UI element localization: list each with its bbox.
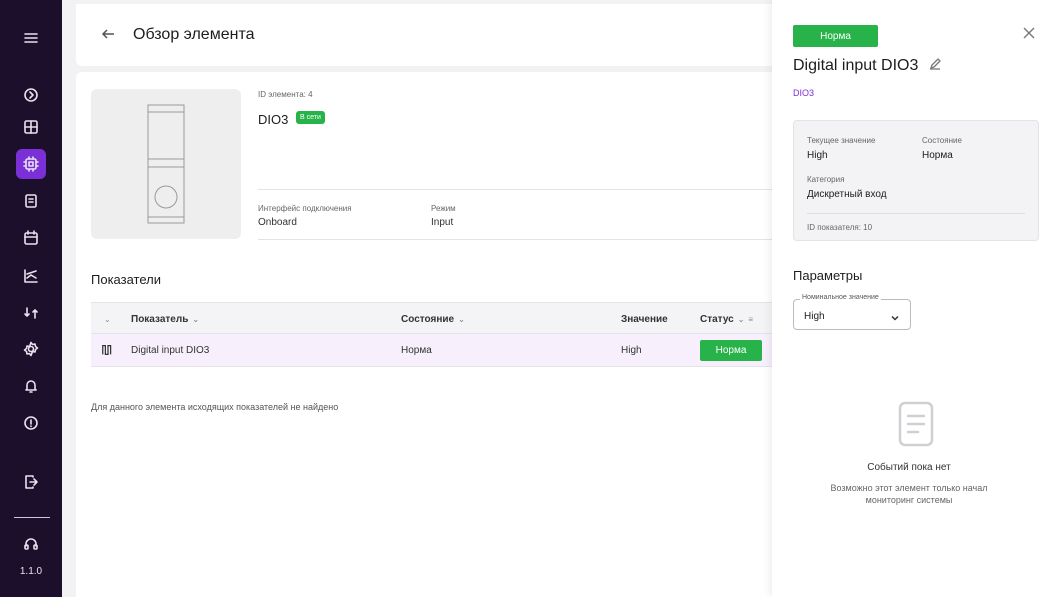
logout-icon[interactable] [16,467,46,497]
panel-status-badge: Норма [793,25,878,47]
category-value: Дискретный вход [807,189,887,200]
nominal-value-select[interactable]: Номинальное значение High [793,294,911,330]
element-image [91,89,241,239]
app-version: 1.1.0 [19,566,43,577]
row-indicator-name: Digital input DIO3 [131,345,210,356]
divider [807,213,1025,214]
events-empty-subtitle: Возможно этот элемент только начал монит… [830,483,988,506]
dashboard-icon[interactable] [16,80,46,110]
indicators-title: Показатели [91,272,161,287]
sync-icon[interactable] [16,298,46,328]
indicator-id: ID показателя: 10 [807,223,873,232]
panel-title: Digital input DIO3 [793,57,919,74]
mode-label: Режим [431,204,456,213]
current-value-label: Текущее значение [807,136,876,145]
settings-icon[interactable] [16,334,46,364]
filter-icon: ≡ [748,315,754,324]
panel-element-link[interactable]: DIO3 [793,88,814,98]
events-empty-title: Событий пока нет [867,462,951,473]
divider [258,189,778,190]
column-state[interactable]: Состояние ⌄ [401,314,465,325]
indicator-info-card: Текущее значение High Состояние Норма Ка… [793,120,1039,241]
row-state: Норма [401,345,432,356]
element-name: DIO3 [258,112,289,127]
chart-icon[interactable] [16,261,46,291]
column-value[interactable]: Значение [621,314,668,325]
page-header: Обзор элемента [76,4,856,66]
chip-icon[interactable] [16,149,46,179]
nominal-value: High [804,311,825,322]
element-overview: ID элемента: 4 DIO3 В сети Интерфейс под… [76,72,856,597]
page-title: Обзор элемента [133,26,255,43]
column-indicator[interactable]: Показатель ⌄ [131,314,199,325]
category-label: Категория [807,175,845,184]
calendar-icon[interactable] [16,223,46,253]
empty-document-icon [898,401,934,447]
back-arrow-icon[interactable] [100,26,116,42]
expand-all-chevron-icon[interactable]: ⌄ [104,314,111,325]
close-icon[interactable] [1022,26,1036,40]
document-icon[interactable] [16,186,46,216]
menu-icon[interactable] [16,23,46,53]
params-title: Параметры [793,268,863,283]
state-value: Норма [922,150,953,161]
bell-icon[interactable] [16,371,46,401]
sidebar-divider [14,517,50,518]
table-row[interactable]: Digital input DIO3 Норма High Норма [91,334,781,367]
empty-outgoing-message: Для данного элемента исходящих показател… [91,402,339,412]
grid-icon[interactable] [16,112,46,142]
mode-value: Input [431,217,454,228]
digital-signal-icon [101,343,115,360]
interface-label: Интерфейс подключения [258,204,352,213]
divider [258,239,778,240]
row-value: High [621,345,642,356]
edit-icon[interactable] [929,57,943,71]
current-value: High [807,150,828,161]
element-id: ID элемента: 4 [258,90,313,99]
indicators-table: ⌄ Показатель ⌄ Состояние ⌄ Значение Статус… [91,302,781,367]
column-status[interactable]: Статус ⌄ ≡ [700,314,753,325]
online-badge: В сети [296,111,325,124]
chevron-down-icon [890,310,900,321]
state-label: Состояние [922,136,962,145]
row-status-badge: Норма [700,340,762,361]
sidebar: 1.1.0 [0,0,62,597]
indicator-detail-panel: Норма Digital input DIO3 DIO3 Текущее зн… [772,0,1046,597]
headset-icon[interactable] [16,529,46,559]
table-header: ⌄ Показатель ⌄ Состояние ⌄ Значение Статус… [91,302,781,334]
nominal-value-label: Номинальное значение [800,294,881,301]
interface-value: Onboard [258,217,297,228]
info-icon[interactable] [16,408,46,438]
